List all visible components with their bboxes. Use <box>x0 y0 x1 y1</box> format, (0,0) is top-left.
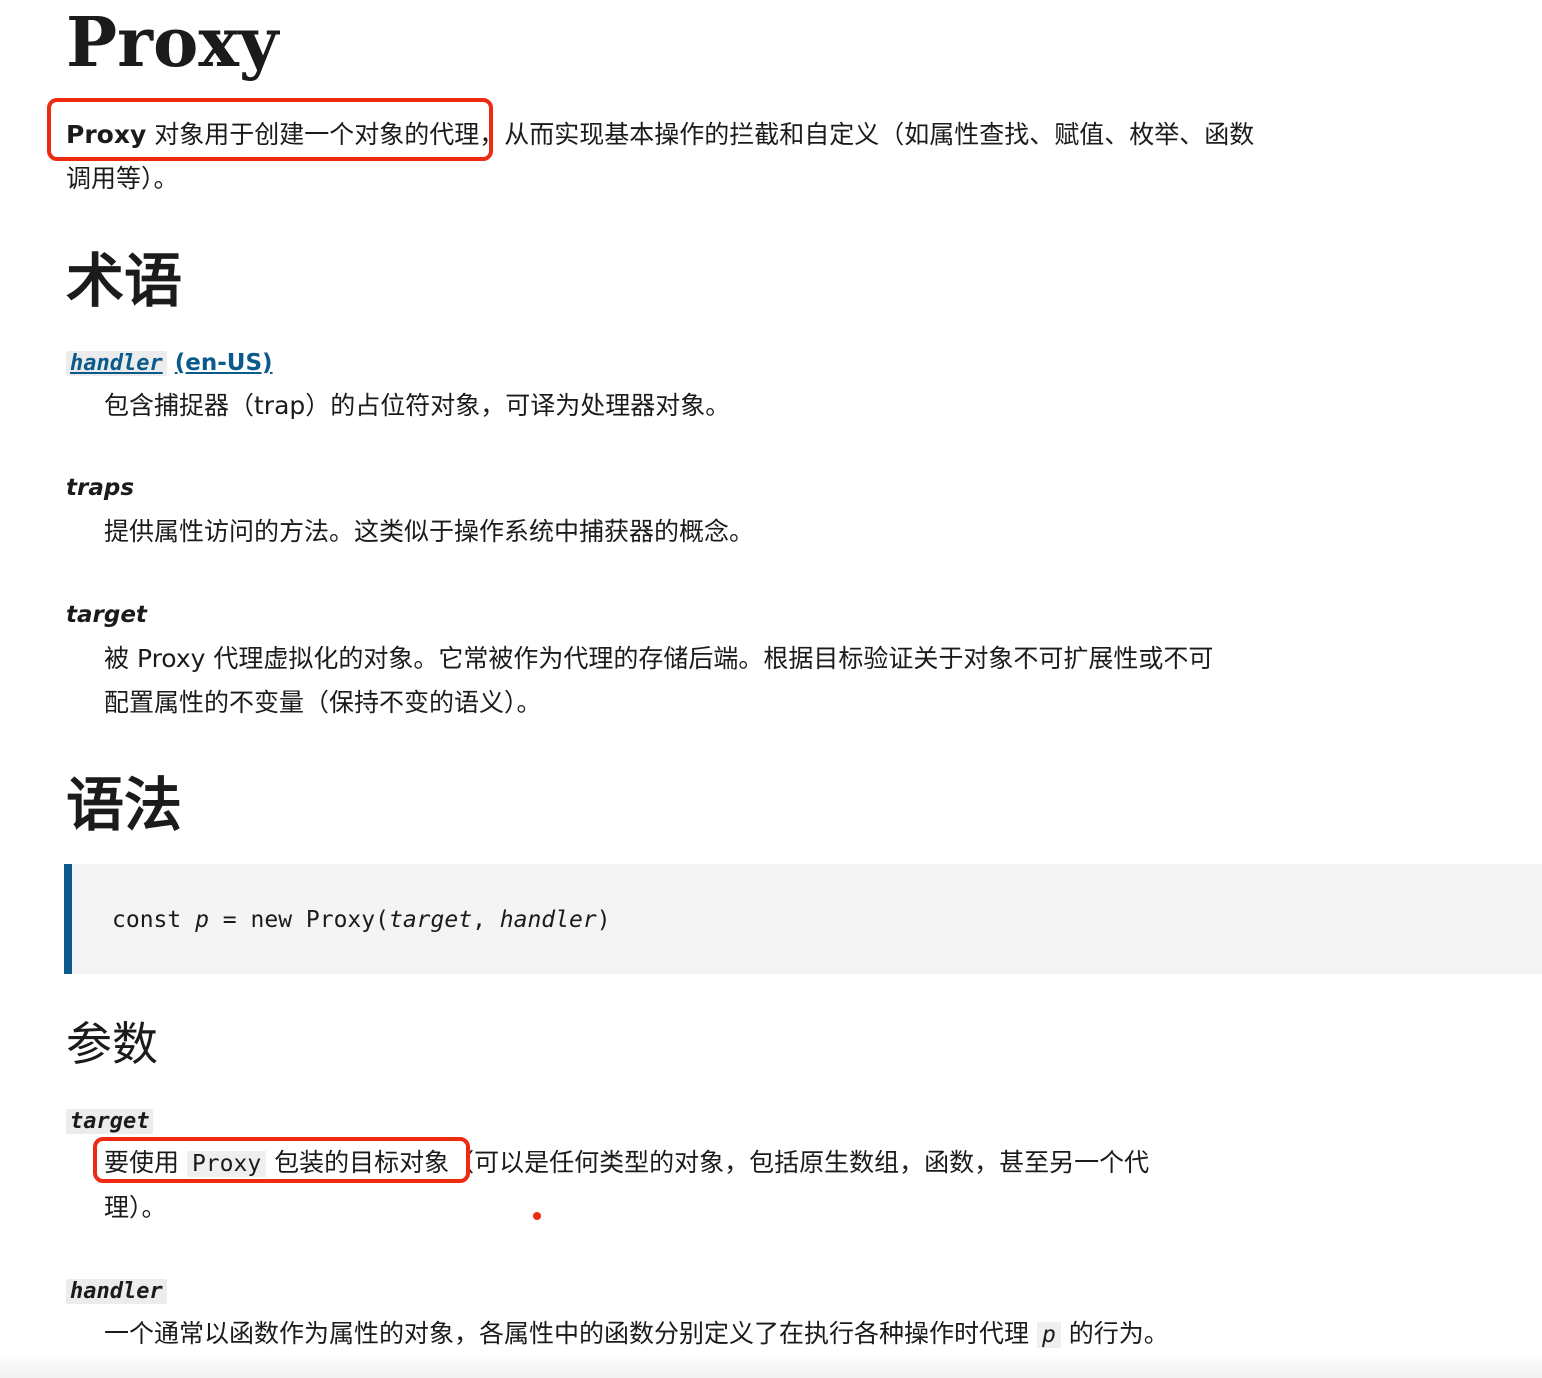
term-handler[interactable]: handler (en-US) <box>66 347 273 380</box>
code-arg-target: target <box>388 907 473 933</box>
term-target: target <box>66 602 147 628</box>
params-heading: 参数 <box>66 1017 158 1071</box>
param-handler-post: 的行为。 <box>1060 1319 1169 1348</box>
param-handler-desc: 一个通常以函数作为属性的对象，各属性中的函数分别定义了在执行各种操作时代理 p … <box>104 1312 1304 1357</box>
def-handler: 包含捕捉器（trap）的占位符对象，可译为处理器对象。 <box>104 391 731 420</box>
param-handler-pre: 一个通常以函数作为属性的对象，各属性中的函数分别定义了在执行各种操作时代理 <box>104 1319 1037 1348</box>
param-target: target <box>66 1105 154 1138</box>
code-constructor: = new Proxy( <box>208 907 389 933</box>
param-handler: handler <box>66 1275 167 1308</box>
term-handler-link[interactable]: handler <box>66 351 167 376</box>
bottom-fade <box>0 1352 1542 1378</box>
syntax-code-block: const p = new Proxy(target, handler) <box>64 864 1542 974</box>
syntax-code: const p = new Proxy(target, handler) <box>112 904 611 936</box>
param-handler-p-code: p <box>1036 1322 1061 1348</box>
code-close: ) <box>596 907 611 933</box>
annotation-box-target <box>93 1137 470 1183</box>
term-traps: traps <box>66 475 135 501</box>
code-keyword: const <box>112 907 196 933</box>
code-comma: , <box>472 907 500 933</box>
annotation-dot <box>533 1212 541 1220</box>
page-title: Proxy <box>66 3 279 83</box>
def-traps: 提供属性访问的方法。这类似于操作系统中捕获器的概念。 <box>104 517 755 546</box>
annotation-box-intro <box>47 98 493 161</box>
en-us-link[interactable]: (en-US) <box>175 350 273 376</box>
param-target-code: target <box>66 1109 154 1134</box>
code-var: p <box>195 907 209 933</box>
doc-page: Proxy Proxy 对象用于创建一个对象的代理，从而实现基本操作的拦截和自定… <box>0 0 1542 1378</box>
code-arg-handler: handler <box>499 907 597 933</box>
param-handler-code: handler <box>66 1279 167 1304</box>
def-target: 被 Proxy 代理虚拟化的对象。它常被作为代理的存储后端。根据目标验证关于对象… <box>104 644 1214 717</box>
syntax-heading: 语法 <box>66 771 183 839</box>
terminology-heading: 术语 <box>66 247 183 315</box>
